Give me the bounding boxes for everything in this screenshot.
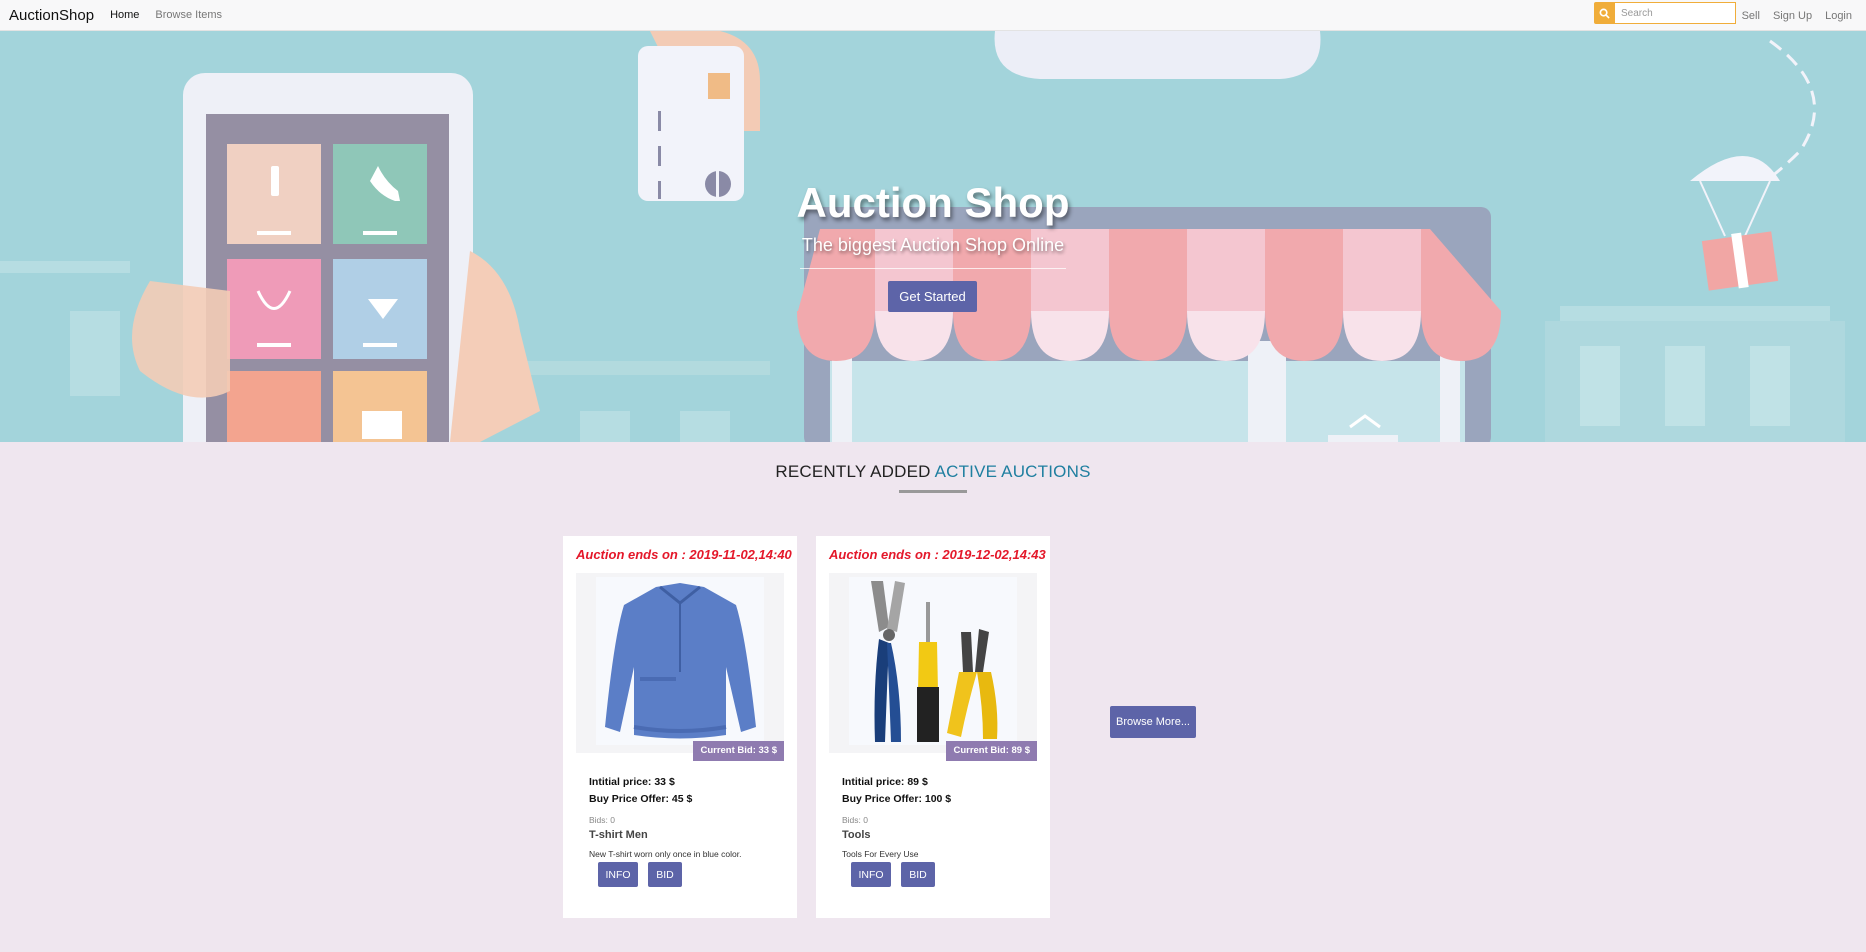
- browse-more-button[interactable]: Browse More...: [1110, 706, 1196, 738]
- nav-login[interactable]: Login: [1825, 10, 1852, 22]
- bid-button[interactable]: BID: [648, 862, 682, 887]
- blue-shirt-image: [605, 583, 756, 739]
- nav-browse-items[interactable]: Browse Items: [155, 9, 222, 21]
- bid-button[interactable]: BID: [901, 862, 935, 887]
- auction-card: Auction ends on : 2019-11-02,14:40 Curre…: [563, 536, 797, 918]
- current-bid-badge: Current Bid: 89 $: [946, 741, 1037, 761]
- search-icon: [1599, 8, 1610, 19]
- nav-sign-up[interactable]: Sign Up: [1773, 10, 1812, 22]
- current-bid-badge: Current Bid: 33 $: [693, 741, 784, 761]
- tools-image: [871, 581, 998, 742]
- section-title-accent: ACTIVE AUCTIONS: [934, 462, 1091, 481]
- search-input[interactable]: [1615, 2, 1736, 24]
- hero-banner: Auction Shop The biggest Auction Shop On…: [0, 31, 1866, 442]
- brand-logo[interactable]: AuctionShop: [9, 7, 94, 24]
- product-image-frame[interactable]: [829, 573, 1037, 753]
- search-button[interactable]: [1594, 2, 1615, 24]
- hero-divider: [800, 268, 1066, 269]
- buy-price-offer: Buy Price Offer: 45 $: [589, 793, 693, 805]
- section-title: RECENTLY ADDED ACTIVE AUCTIONS: [0, 462, 1866, 482]
- nav-home[interactable]: Home: [110, 9, 139, 21]
- get-started-button[interactable]: Get Started: [888, 281, 977, 312]
- bids-count: Bids: 0: [842, 815, 868, 825]
- search-bar: [1594, 2, 1736, 24]
- hero-title: Auction Shop: [796, 179, 1070, 226]
- hero-subtitle: The biggest Auction Shop Online: [801, 235, 1065, 255]
- auction-end-date: Auction ends on : 2019-11-02,14:40: [576, 547, 792, 562]
- auction-card: Auction ends on : 2019-12-02,14:43 Curre…: [816, 536, 1050, 918]
- bids-count: Bids: 0: [589, 815, 615, 825]
- product-name: T-shirt Men: [589, 829, 648, 841]
- product-image-frame[interactable]: [576, 573, 784, 753]
- product-description: New T-shirt worn only once in blue color…: [589, 849, 742, 859]
- product-name: Tools: [842, 829, 871, 841]
- product-description: Tools For Every Use: [842, 849, 919, 859]
- initial-price: Intitial price: 33 $: [589, 776, 675, 788]
- account-links: Sell Sign Up Login: [1729, 0, 1852, 31]
- section-divider: [899, 490, 967, 493]
- top-navbar: AuctionShop Home Browse Items Sell Sign …: [0, 0, 1866, 31]
- info-button[interactable]: INFO: [598, 862, 638, 887]
- initial-price: Intitial price: 89 $: [842, 776, 928, 788]
- auction-end-date: Auction ends on : 2019-12-02,14:43: [829, 547, 1046, 562]
- buy-price-offer: Buy Price Offer: 100 $: [842, 793, 952, 805]
- nav-sell[interactable]: Sell: [1742, 10, 1760, 22]
- section-title-prefix: RECENTLY ADDED: [775, 462, 935, 481]
- info-button[interactable]: INFO: [851, 862, 891, 887]
- product-image: [596, 577, 764, 745]
- product-image: [849, 577, 1017, 745]
